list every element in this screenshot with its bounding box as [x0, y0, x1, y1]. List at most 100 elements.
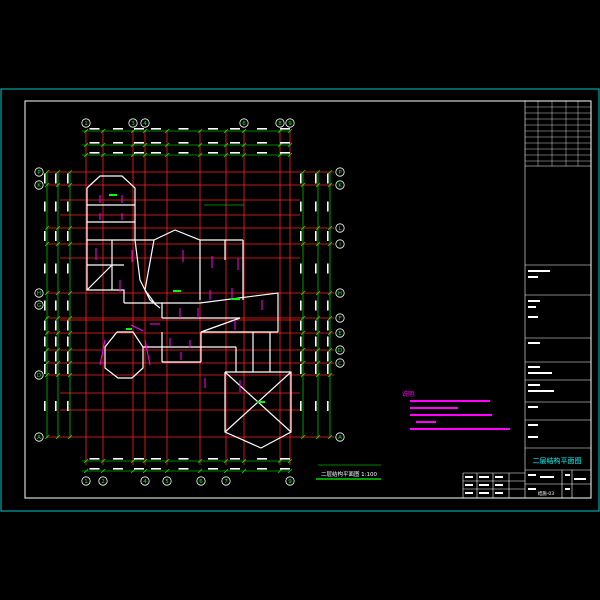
sheet-title: 二层结构平面图 — [533, 456, 582, 465]
dimension-text — [300, 401, 302, 411]
dimension-text — [230, 128, 240, 130]
dimension-text — [44, 364, 46, 374]
dimension-text — [315, 336, 317, 347]
dimension-text — [55, 351, 57, 362]
dimension-text — [300, 263, 302, 274]
dimension-text — [67, 351, 69, 362]
axis-bubble-label: 6 — [242, 121, 246, 127]
axis-bubble-label: A — [338, 435, 342, 441]
dimension-text — [44, 300, 46, 311]
dimension-text — [208, 152, 218, 154]
dimension-text — [257, 468, 267, 470]
dimension-text — [89, 142, 100, 144]
dimension-text — [89, 152, 100, 154]
dimension-text — [44, 263, 46, 274]
dimension-text — [113, 128, 123, 130]
dimension-text — [55, 336, 57, 347]
dimension-text — [315, 364, 317, 374]
dimension-text — [67, 364, 69, 374]
dimension-text — [230, 142, 240, 144]
axis-bubbles: 1 3 4 6 8 91 2 4 5 6 7 9PKHGDAPKLIHFEDCA — [34, 118, 345, 486]
dimension-text — [113, 468, 123, 470]
axis-bubble-top: 6 — [239, 118, 249, 128]
dimension-text — [151, 142, 161, 144]
dimension-text — [280, 468, 290, 470]
dimension-text — [208, 458, 218, 460]
axis-bubble-label: D — [37, 373, 41, 379]
dimension-text — [67, 320, 69, 331]
axis-bubble-top: 8 — [275, 118, 285, 128]
dimension-text — [300, 320, 302, 331]
dimension-text — [257, 458, 267, 460]
axis-bubble-label: 8 — [278, 121, 282, 127]
dimension-text — [327, 300, 329, 311]
axis-bubble-label: 1 — [84, 121, 88, 127]
dimension-ticks — [44, 128, 333, 474]
dimension-text — [257, 142, 267, 144]
dimension-text — [178, 152, 189, 154]
dimension-text — [67, 336, 69, 347]
dimension-text — [315, 300, 317, 311]
dimension-text — [315, 351, 317, 362]
dimension-text — [300, 300, 302, 311]
axis-bubble-right: C — [335, 358, 345, 368]
axis-bubble-left: A — [34, 432, 44, 442]
dimension-text — [257, 128, 267, 130]
axis-bubble-label: K — [338, 183, 342, 189]
axis-bubble-left: P — [34, 167, 44, 177]
dimension-text — [151, 458, 161, 460]
dimension-text — [280, 458, 290, 460]
axis-bubble-right: H — [335, 288, 345, 298]
dimension-text — [151, 468, 161, 470]
axis-bubble-label: 4 — [143, 479, 147, 485]
axis-bubble-label: D — [338, 348, 342, 354]
title-block-row-labels — [465, 476, 503, 494]
dimension-text — [151, 152, 161, 154]
dimension-text — [208, 468, 218, 470]
dimension-text — [89, 458, 100, 460]
axis-bubble-label: 9 — [288, 479, 292, 485]
dimension-text — [44, 201, 46, 212]
dimension-text — [315, 173, 317, 184]
dimension-text — [134, 458, 144, 460]
dimension-text — [55, 320, 57, 331]
dimension-text — [178, 128, 189, 130]
axis-bubble-label: C — [338, 361, 342, 367]
dimension-text — [300, 173, 302, 184]
dimension-text — [55, 173, 57, 184]
dimension-text — [55, 263, 57, 274]
axis-bubble-label: H — [37, 291, 41, 297]
dimension-text — [300, 351, 302, 362]
dimension-text — [55, 231, 57, 241]
dimension-text — [89, 468, 100, 470]
dimension-text — [44, 231, 46, 241]
dimension-text — [300, 231, 302, 241]
plan-title: 二层结构平面图 1:100 — [321, 470, 378, 478]
axis-bubble-right: K — [335, 180, 345, 190]
dimension-text — [44, 336, 46, 347]
axis-bubble-bottom: 7 — [221, 476, 231, 486]
dimension-text — [178, 468, 189, 470]
dimension-text — [230, 152, 240, 154]
dimension-text — [134, 142, 144, 144]
axis-bubble-left: K — [34, 180, 44, 190]
axis-bubble-label: E — [338, 331, 342, 337]
dimension-text — [327, 173, 329, 184]
axis-bubble-label: 5 — [165, 479, 169, 485]
axis-bubble-label: 4 — [143, 121, 147, 127]
dimension-text — [327, 231, 329, 241]
sheet-number: 结施-03 — [538, 490, 554, 497]
notes-text-marks — [410, 400, 510, 430]
dimension-text — [280, 128, 290, 130]
axis-bubble-label: K — [37, 183, 41, 189]
notes-heading: 说明: — [402, 390, 416, 398]
axis-bubble-bottom: 5 — [162, 476, 172, 486]
dimension-text — [208, 128, 218, 130]
axis-bubble-bottom: 4 — [140, 476, 150, 486]
dimension-text — [134, 152, 144, 154]
cad-drawing: 二层结构平面图 结施-03 说明: 二层结构平面图 1:100 1 3 4 6 … — [0, 88, 600, 512]
axis-bubble-top: 3 — [128, 118, 138, 128]
axis-bubble-label: 1 — [84, 479, 88, 485]
dimension-text — [327, 320, 329, 331]
dimension-text — [327, 364, 329, 374]
